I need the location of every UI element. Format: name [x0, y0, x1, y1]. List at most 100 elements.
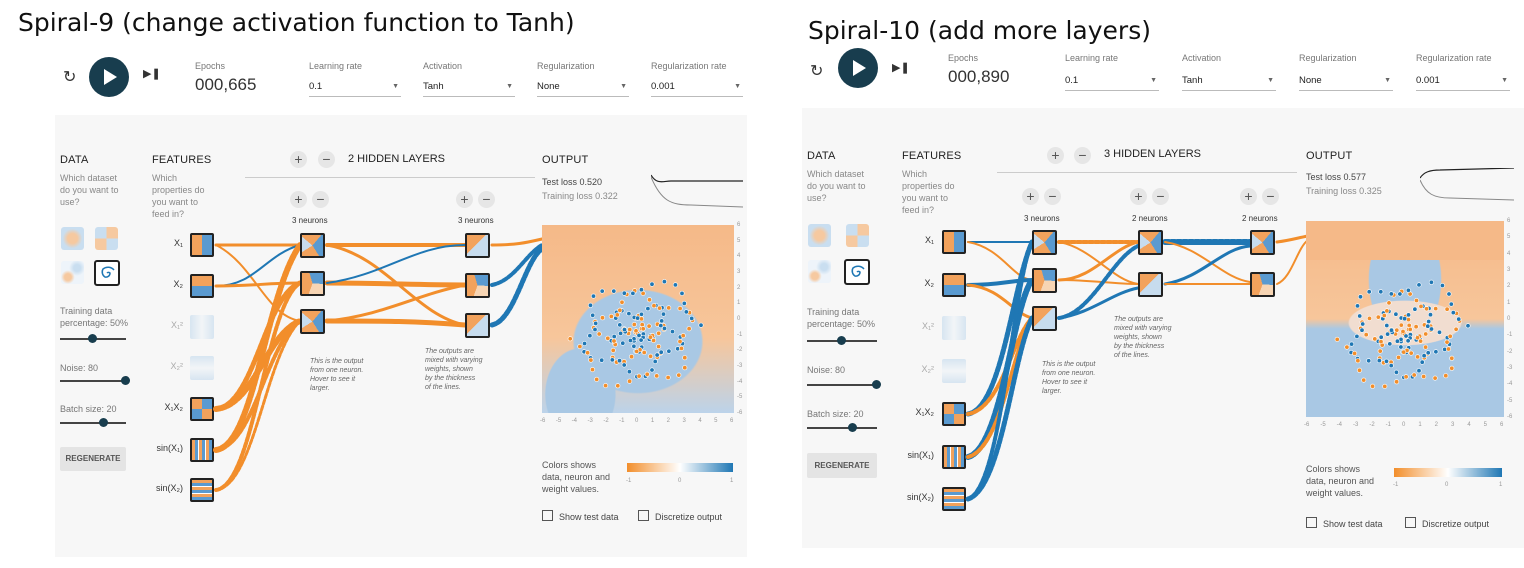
remove-neuron-button[interactable]: −	[478, 191, 495, 208]
neuron[interactable]	[1250, 230, 1275, 255]
add-neuron-button[interactable]: +	[1130, 188, 1147, 205]
play-button[interactable]	[838, 48, 878, 88]
y-tick-label: -1	[737, 331, 743, 338]
data-point	[1429, 326, 1435, 332]
data-point	[1382, 383, 1388, 389]
neuron[interactable]	[1032, 306, 1057, 331]
data-point	[1354, 333, 1360, 339]
neuron[interactable]	[300, 271, 325, 296]
neuron[interactable]	[1250, 272, 1275, 297]
remove-neuron-button[interactable]: −	[312, 191, 329, 208]
y-tick-label: -3	[1507, 365, 1513, 371]
remove-neuron-button[interactable]: −	[1152, 188, 1169, 205]
neuron-count-label: 3 neurons	[458, 216, 494, 225]
data-point	[590, 312, 596, 318]
show-test-data-checkbox[interactable]: Show test data	[542, 510, 619, 522]
neuron[interactable]	[1138, 230, 1163, 255]
reset-icon[interactable]: ↻	[63, 67, 76, 87]
x-tick-label: -4	[1336, 422, 1342, 428]
neuron[interactable]	[300, 309, 325, 334]
neuron[interactable]	[465, 313, 490, 338]
data-point	[627, 378, 633, 384]
x-tick-label: 1	[1418, 422, 1422, 428]
reset-icon[interactable]: ↻	[810, 61, 823, 81]
regularization-select[interactable]: None ▼	[537, 81, 629, 97]
neuron[interactable]	[300, 233, 325, 258]
data-point	[1412, 306, 1418, 312]
data-point	[1398, 322, 1404, 328]
learning-rate-select[interactable]: 0.1 ▼	[1065, 75, 1159, 91]
data-point	[683, 309, 689, 315]
x-tick-label: 3	[1451, 422, 1455, 428]
data-point	[1414, 298, 1420, 304]
playground-right: ↻ ▶❚ Epochs 000,890 Learning rate 0.1 ▼ A…	[800, 45, 1524, 557]
data-point	[1378, 289, 1384, 295]
learning-rate-label: Learning rate	[1065, 53, 1119, 63]
add-neuron-button[interactable]: +	[1240, 188, 1257, 205]
remove-layer-button[interactable]: −	[1074, 147, 1091, 164]
step-icon[interactable]: ▶❚	[143, 67, 161, 80]
step-icon[interactable]: ▶❚	[892, 61, 910, 74]
data-point	[682, 355, 688, 361]
neuron[interactable]	[1032, 268, 1057, 293]
learning-rate-select[interactable]: 0.1 ▼	[309, 81, 401, 97]
neuron[interactable]	[465, 273, 490, 298]
reg-rate-select[interactable]: 0.001 ▼	[1416, 75, 1510, 91]
cbar-tick: 0	[678, 478, 682, 484]
data-point	[1384, 323, 1390, 329]
data-point	[593, 320, 599, 326]
data-point	[617, 307, 623, 313]
activation-select[interactable]: Tanh ▼	[423, 81, 515, 97]
add-neuron-button[interactable]: +	[1022, 188, 1039, 205]
neuron[interactable]	[1032, 230, 1057, 255]
y-tick-label: -6	[1507, 414, 1513, 420]
loss-chart	[651, 174, 743, 208]
remove-layer-button[interactable]: −	[318, 151, 335, 168]
data-point	[698, 322, 704, 328]
data-point	[1349, 341, 1355, 347]
data-point	[1424, 306, 1430, 312]
slide-title-left: Spiral-9 (change activation function to …	[18, 8, 575, 37]
play-button[interactable]	[89, 57, 129, 97]
data-point	[614, 312, 620, 318]
x-tick-label: -5	[1320, 422, 1326, 428]
data-point	[656, 344, 662, 350]
data-point	[1423, 344, 1429, 350]
data-point	[1361, 377, 1367, 383]
remove-neuron-button[interactable]: −	[1262, 188, 1279, 205]
data-point	[1384, 308, 1390, 314]
data-point	[1386, 300, 1392, 306]
data-point	[1433, 306, 1439, 312]
data-point	[1428, 312, 1434, 318]
add-neuron-button[interactable]: +	[456, 191, 473, 208]
training-loss: Training loss 0.322	[542, 191, 618, 201]
show-test-data-checkbox[interactable]: Show test data	[1306, 517, 1383, 529]
remove-neuron-button[interactable]: −	[1044, 188, 1061, 205]
y-tick-label: 2	[737, 284, 741, 291]
data-point	[652, 359, 658, 365]
data-point	[654, 352, 660, 358]
test-loss: Test loss 0.577	[1306, 172, 1367, 182]
decision-heatmap	[1306, 221, 1504, 417]
data-point	[626, 369, 632, 375]
data-points	[1334, 279, 1471, 389]
data-point	[1456, 316, 1462, 322]
main-area: DATA Which dataset do you want to use? Tra…	[55, 115, 747, 557]
data-point	[661, 311, 667, 317]
add-layer-button[interactable]: +	[1047, 147, 1064, 164]
data-point	[641, 350, 647, 356]
discretize-output-checkbox[interactable]: Discretize output	[1405, 517, 1489, 529]
x-tick-label: 6	[730, 418, 734, 424]
layer-header-line	[245, 177, 535, 178]
reg-rate-select[interactable]: 0.001 ▼	[651, 81, 743, 97]
add-layer-button[interactable]: +	[290, 151, 307, 168]
neuron[interactable]	[1138, 272, 1163, 297]
add-neuron-button[interactable]: +	[290, 191, 307, 208]
activation-select[interactable]: Tanh ▼	[1182, 75, 1276, 91]
regularization-select[interactable]: None ▼	[1299, 75, 1393, 91]
data-point	[1402, 316, 1408, 322]
chevron-down-icon: ▼	[1501, 77, 1508, 84]
y-tick-label: -2	[1507, 348, 1513, 355]
neuron[interactable]	[465, 233, 490, 258]
discretize-output-checkbox[interactable]: Discretize output	[638, 510, 722, 522]
